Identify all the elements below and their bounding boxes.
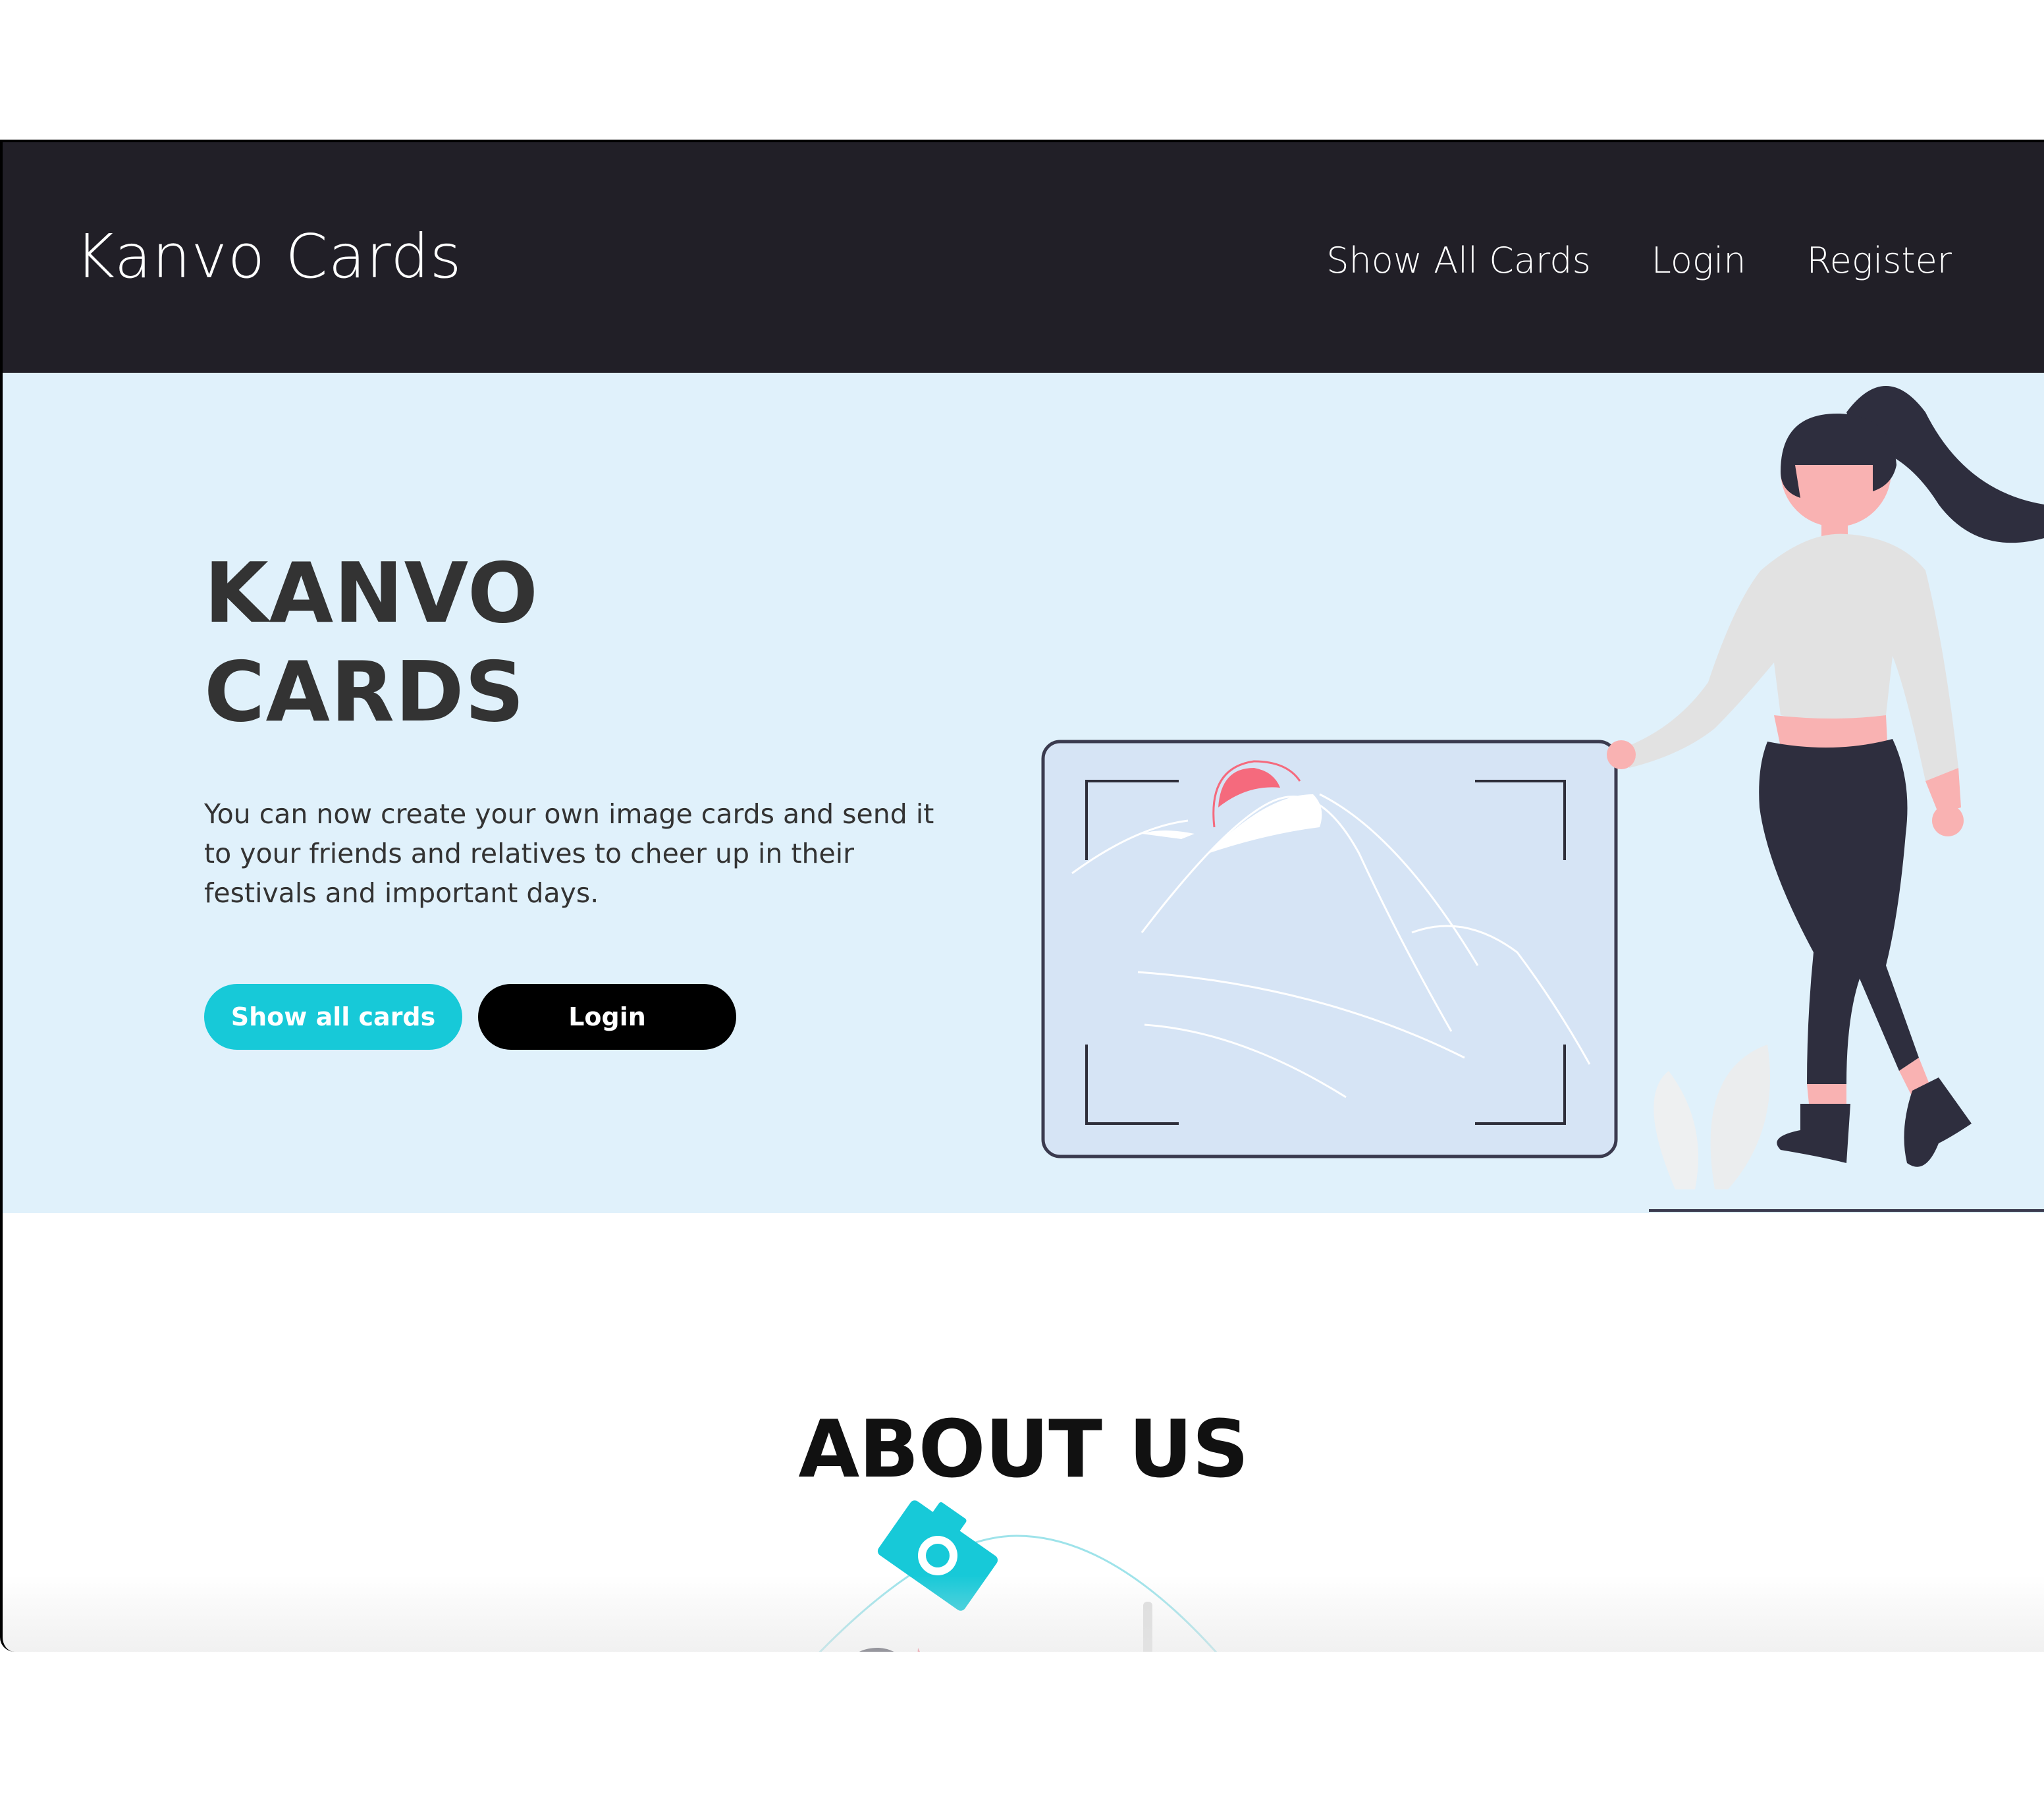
page: Kanvo Cards Show All Cards Login Registe…	[0, 0, 2044, 1794]
brand-logo[interactable]: Kanvo Cards	[75, 221, 462, 292]
nav-links: Show All Cards Login Register	[1326, 240, 1952, 281]
login-button[interactable]: Login	[478, 984, 736, 1050]
show-all-cards-button[interactable]: Show all cards	[204, 984, 462, 1050]
browser-window: Kanvo Cards Show All Cards Login Registe…	[0, 140, 2044, 1652]
camera-illustration	[819, 1500, 1218, 1652]
about-us-title: ABOUT US	[798, 1404, 1249, 1496]
hero-section: KANVO CARDS You can now create your own …	[3, 373, 2044, 1213]
hero-description: You can now create your own image cards …	[204, 798, 934, 909]
nav-link-register[interactable]: Register	[1807, 240, 1952, 281]
hero-title-line-1: KANVO	[204, 545, 539, 641]
nav-link-login[interactable]: Login	[1652, 240, 1746, 281]
hero-title-line-2: CARDS	[204, 643, 525, 740]
navbar: Kanvo Cards Show All Cards Login Registe…	[3, 140, 2044, 373]
woman-with-card-illustration	[1041, 386, 2044, 1212]
nav-link-show-all-cards[interactable]: Show All Cards	[1326, 240, 1590, 281]
hero-title: KANVO CARDS	[204, 544, 539, 742]
